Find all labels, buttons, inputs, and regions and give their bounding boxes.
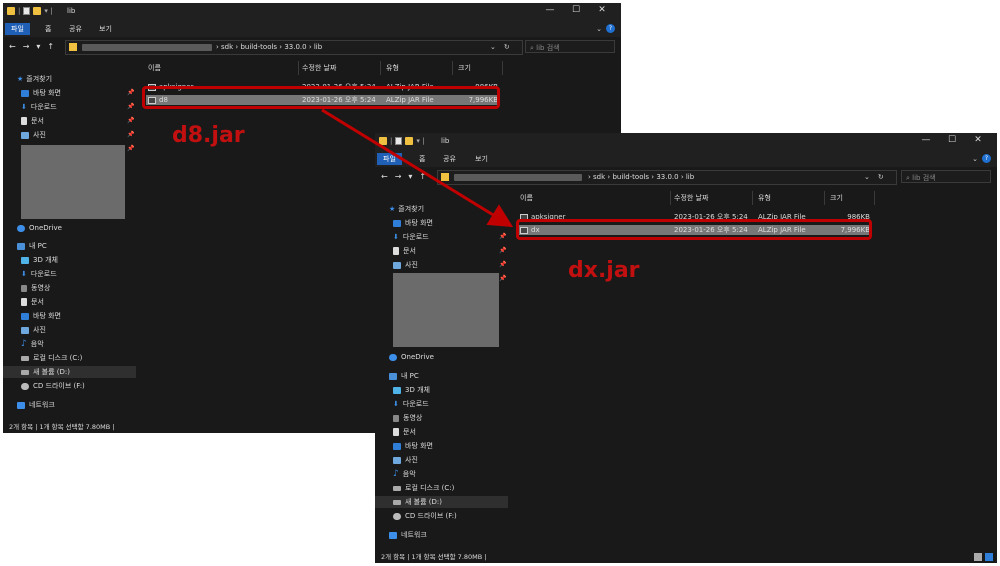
arrow-line: [321, 108, 514, 228]
arrow-annotation: [321, 108, 514, 228]
